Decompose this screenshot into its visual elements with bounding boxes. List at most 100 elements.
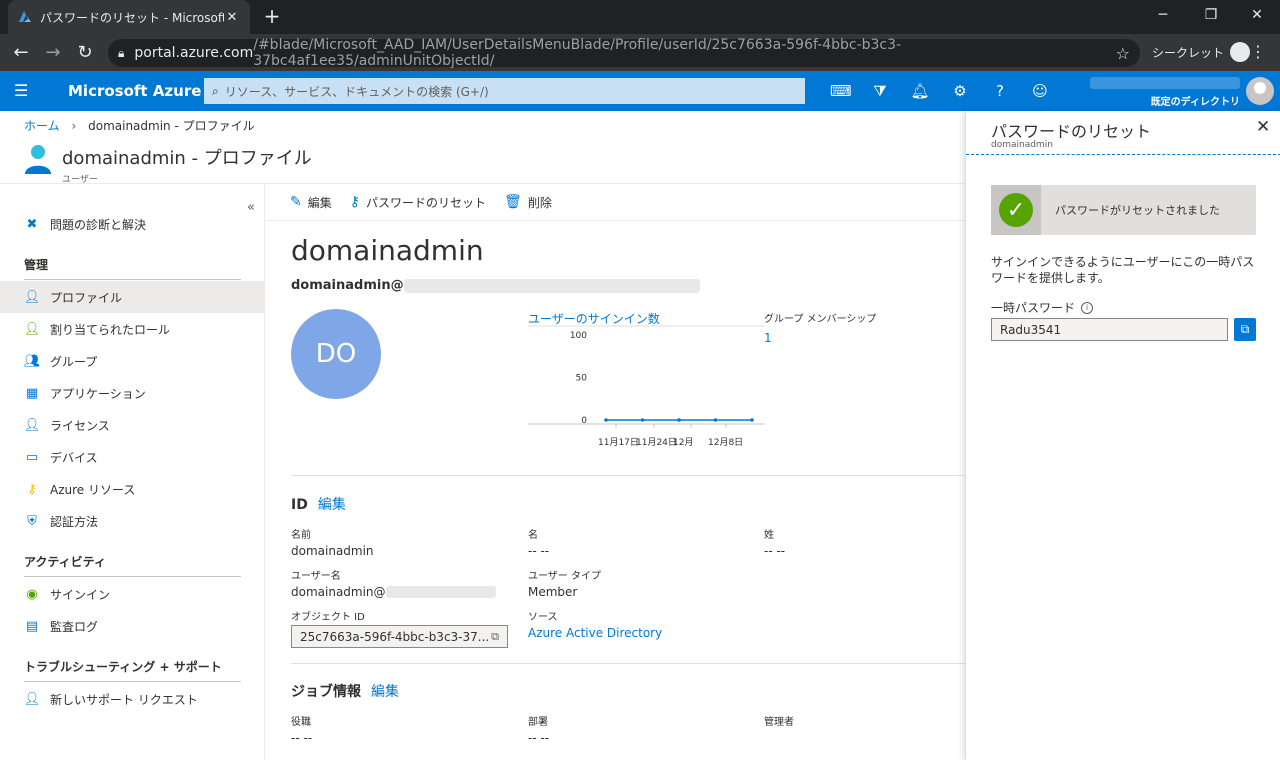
new-tab-button[interactable]: + — [260, 4, 284, 28]
user-email: domainadmin@ — [291, 278, 700, 293]
window-close-icon[interactable]: ✕ — [1234, 0, 1280, 30]
nav-section-support: トラブルシューティング + サポート — [24, 658, 241, 682]
temp-password-label: 一時パスワード — [991, 301, 1076, 315]
cloud-shell-icon[interactable]: ⌨︎ — [830, 81, 852, 101]
panel-title: パスワードのリセット — [991, 122, 1152, 141]
given-name-label: 名 — [528, 530, 538, 541]
data-point — [750, 418, 754, 422]
nav-item-diagnose[interactable]: ✖ 問題の診断と解決 — [0, 208, 265, 240]
url-path: /#blade/Microsoft_AAD_IAM/UserDetailsMen… — [253, 37, 902, 69]
azure-logo-icon — [19, 11, 31, 22]
browser-tab-bar: パスワードのリセット - Microsoft Azure ✕ + ─ ❐ ✕ — [0, 0, 1280, 34]
nav-item-label: ライセンス — [50, 418, 110, 433]
breadcrumb: ホーム › domainadmin - プロファイル — [24, 117, 255, 134]
breadcrumb-home[interactable]: ホーム — [24, 119, 60, 133]
panel-subtitle: domainadmin — [991, 140, 1053, 150]
grid-apps-icon: ▦ — [25, 385, 39, 401]
object-id-label: オブジェクト ID — [291, 612, 365, 623]
nav-item-groups[interactable]: 👥︎ グループ — [0, 345, 265, 377]
settings-gear-icon[interactable]: ⚙︎ — [950, 81, 970, 101]
panel-description: サインインできるようにユーザーにこの一時パスワードを提供します。 — [991, 255, 1255, 285]
nav-item-auth-methods[interactable]: ⛨ 認証方法 — [0, 505, 265, 537]
data-point — [713, 418, 718, 422]
nav-item-new-support-request[interactable]: 👤︎ 新しいサポート リクエスト — [0, 683, 265, 715]
nav-item-devices[interactable]: ▭ デバイス — [0, 441, 265, 473]
success-icon-box: ✓ — [991, 185, 1041, 235]
name-label: 名前 — [291, 530, 311, 541]
group-icon: 👥︎ — [23, 353, 41, 369]
copy-password-button[interactable]: ⧉ — [1234, 318, 1256, 341]
nav-item-profile[interactable]: 👤︎ プロファイル — [0, 281, 265, 313]
pencil-icon: ✎ — [290, 194, 302, 210]
account-avatar[interactable] — [1246, 77, 1274, 105]
incognito-indicator[interactable]: シークレット — [1152, 42, 1251, 62]
temp-password-field[interactable]: Radu3541 — [991, 318, 1228, 341]
username-value-wrap: domainadmin@ — [291, 585, 496, 599]
temp-password-label-wrap: 一時パスワード i — [991, 299, 1094, 316]
source-value[interactable]: Azure Active Directory — [528, 626, 662, 640]
tab-close-icon[interactable]: ✕ — [224, 10, 240, 25]
user-type-value: Member — [528, 585, 578, 599]
job-section-title: ジョブ情報 — [291, 684, 361, 700]
azure-brand[interactable]: Microsoft Azure — [68, 82, 201, 100]
bookmark-star-icon[interactable]: ☆ — [1116, 44, 1130, 63]
hamburger-menu-icon[interactable]: ☰ — [14, 81, 34, 101]
account-info[interactable]: 既定のディレクトリ — [1085, 75, 1240, 108]
surname-label: 姓 — [764, 530, 774, 541]
object-id-value: 25c7663a-596f-4bbc-b3c3-37... — [300, 629, 490, 644]
back-arrow-icon[interactable]: ← — [8, 40, 34, 66]
x-tick-label: 11月17日 — [598, 437, 639, 448]
browser-tab[interactable]: パスワードのリセット - Microsoft Azure ✕ — [8, 0, 250, 34]
nav-item-audit-logs[interactable]: ▤ 監査ログ — [0, 610, 265, 642]
job-title-label: 役職 — [291, 717, 311, 728]
browser-menu-icon[interactable]: ⋮ — [1250, 42, 1266, 61]
nav-item-label: 認証方法 — [50, 514, 99, 529]
edit-button[interactable]: ✎ 編集 — [290, 194, 332, 211]
tab-title: パスワードのリセット - Microsoft Azure — [40, 10, 224, 25]
close-icon[interactable]: ✕ — [1256, 117, 1270, 137]
delete-button[interactable]: 🗑︎ 削除 — [504, 194, 552, 211]
group-membership-count[interactable]: 1 — [764, 331, 876, 345]
reset-password-label: パスワードのリセット — [366, 195, 487, 210]
address-bar: ← → ↻ 🔒︎ portal.azure.com/#blade/Microso… — [0, 34, 1280, 71]
y-tick-label: 100 — [570, 331, 587, 341]
url-field[interactable]: 🔒︎ portal.azure.com/#blade/Microsoft_AAD… — [108, 37, 1140, 69]
nav-item-azure-resources[interactable]: ⚷ Azure リソース — [0, 473, 265, 505]
reload-icon[interactable]: ↻ — [72, 40, 98, 66]
data-point — [640, 418, 645, 422]
info-icon[interactable]: i — [1081, 301, 1094, 314]
url-host: portal.azure.com — [134, 45, 254, 61]
given-name-value: -- -- — [528, 544, 550, 558]
restore-icon[interactable]: ❐ — [1188, 0, 1234, 30]
notifications-bell-icon[interactable]: 🔔︎ — [910, 81, 930, 101]
forward-arrow-icon[interactable]: → — [40, 40, 66, 66]
nav-item-licenses[interactable]: 👤︎ ライセンス — [0, 409, 265, 441]
nav-item-label: デバイス — [50, 450, 98, 465]
wrench-icon: ✖ — [26, 216, 38, 232]
directory-filter-icon[interactable]: ⧩ — [870, 81, 890, 101]
nav-item-assigned-roles[interactable]: 👤︎ 割り当てられたロール — [0, 313, 265, 345]
key-icon: ⚷ — [349, 194, 361, 210]
audit-log-icon: ▤ — [25, 618, 39, 634]
success-banner: ✓ パスワードがリセットされました — [991, 185, 1256, 235]
department-value: -- -- — [528, 731, 550, 745]
edit-button-label: 編集 — [307, 195, 332, 210]
y-tick-label: 50 — [576, 374, 588, 384]
identity-edit-link[interactable]: 編集 — [318, 497, 346, 513]
nav-item-applications[interactable]: ▦ アプリケーション — [0, 377, 265, 409]
role-icon: 👤︎ — [23, 321, 41, 337]
feedback-smiley-icon[interactable]: ☺︎ — [1030, 81, 1050, 101]
object-id-field[interactable]: 25c7663a-596f-4bbc-b3c3-37... ⧉ — [291, 625, 508, 648]
reset-password-button[interactable]: ⚷ パスワードのリセット — [350, 194, 486, 211]
command-bar: ✎ 編集 ⚷ パスワードのリセット 🗑︎ 削除 — [266, 184, 965, 221]
checkmark-icon: ✓ — [999, 193, 1033, 227]
nav-item-sign-ins[interactable]: ◉ サインイン — [0, 578, 265, 610]
username-domain-redacted — [385, 586, 496, 598]
group-membership: グループ メンバーシップ 1 — [764, 310, 876, 345]
global-search-input[interactable]: ⌕ リソース、サービス、ドキュメントの検索 (G+/) — [204, 78, 805, 104]
copy-icon[interactable]: ⧉ — [491, 630, 499, 644]
job-edit-link[interactable]: 編集 — [371, 684, 399, 700]
help-icon[interactable]: ? — [990, 81, 1010, 101]
name-value: domainadmin — [291, 544, 374, 558]
minimize-icon[interactable]: ─ — [1140, 0, 1186, 30]
